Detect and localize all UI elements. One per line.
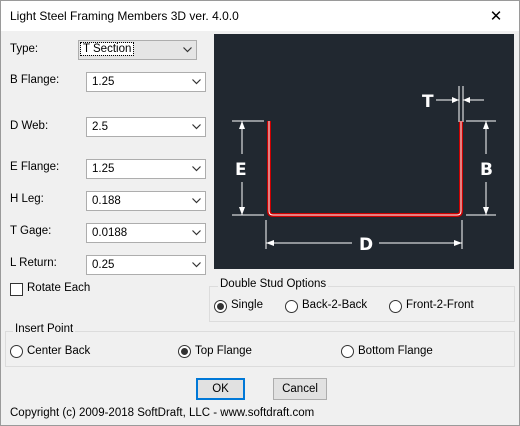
chevron-down-icon: [189, 73, 203, 91]
chevron-down-icon: [189, 192, 203, 210]
dialog-window: Light Steel Framing Members 3D ver. 4.0.…: [0, 0, 520, 426]
insert-point-title: Insert Point: [13, 323, 76, 335]
double-stud-single-label[interactable]: Single: [231, 299, 263, 311]
h-leg-select[interactable]: 0.188: [86, 191, 206, 211]
l-return-select[interactable]: 0.25: [86, 255, 206, 275]
radio-selected-dot: [181, 348, 188, 355]
insert-top-flange-radio[interactable]: [178, 345, 191, 358]
ok-button[interactable]: OK: [196, 378, 245, 400]
t-arrow-right: [463, 97, 470, 103]
chevron-down-icon: [189, 118, 203, 136]
double-stud-back2back-radio[interactable]: [285, 300, 298, 313]
insert-center-back-label[interactable]: Center Back: [27, 345, 90, 357]
insert-bottom-flange-label[interactable]: Bottom Flange: [358, 345, 433, 357]
e-flange-select[interactable]: 1.25: [86, 159, 206, 179]
window-title: Light Steel Framing Members 3D ver. 4.0.…: [10, 9, 239, 23]
d-web-label: D Web:: [10, 120, 49, 132]
channel-profile-outer: [267, 121, 463, 217]
insert-top-flange-label[interactable]: Top Flange: [195, 345, 252, 357]
t-gage-value: 0.0188: [92, 227, 128, 239]
copyright-text: Copyright (c) 2009-2018 SoftDraft, LLC -…: [10, 407, 315, 419]
d-dimension-label: D: [359, 235, 373, 255]
d-web-select[interactable]: 2.5: [86, 117, 206, 137]
b-arrow-bottom: [483, 207, 489, 215]
t-gage-label: T Gage:: [10, 225, 52, 237]
h-leg-value: 0.188: [92, 195, 121, 207]
channel-profile-inner: [268, 121, 462, 216]
t-gage-select[interactable]: 0.0188: [86, 223, 206, 243]
l-return-value: 0.25: [92, 259, 115, 271]
insert-bottom-flange-radio[interactable]: [341, 345, 354, 358]
b-flange-value: 1.25: [92, 76, 115, 88]
radio-selected-dot: [217, 303, 224, 310]
chevron-down-icon: [189, 224, 203, 242]
d-arrow-left: [266, 240, 274, 246]
type-select[interactable]: T Section: [78, 40, 197, 60]
chevron-down-icon: [189, 256, 203, 274]
h-leg-label: H Leg:: [10, 193, 44, 205]
chevron-down-icon: [180, 41, 194, 59]
type-label: Type:: [10, 43, 39, 55]
insert-center-back-radio[interactable]: [10, 345, 23, 358]
e-flange-label: E Flange:: [10, 161, 60, 173]
e-dimension-label: E: [235, 160, 247, 180]
type-value: T Section: [79, 42, 135, 56]
b-arrow-top: [483, 121, 489, 129]
e-arrow-bottom: [239, 207, 245, 215]
d-web-value: 2.5: [92, 121, 108, 133]
e-arrow-top: [239, 121, 245, 129]
rotate-each-label[interactable]: Rotate Each: [27, 282, 90, 294]
t-dimension-label: T: [422, 92, 434, 112]
title-bar: Light Steel Framing Members 3D ver. 4.0.…: [1, 1, 519, 31]
double-stud-front2front-radio[interactable]: [389, 300, 402, 313]
double-stud-front2front-label[interactable]: Front-2-Front: [406, 299, 474, 311]
cancel-button[interactable]: Cancel: [273, 378, 327, 400]
rotate-each-checkbox[interactable]: [10, 283, 23, 296]
double-stud-single-radio[interactable]: [214, 300, 227, 313]
section-diagram-svg: T E B D: [232, 86, 496, 255]
b-flange-label: B Flange:: [10, 74, 60, 86]
section-diagram: T E B D: [214, 34, 514, 269]
d-arrow-right: [454, 240, 462, 246]
double-stud-back2back-label[interactable]: Back-2-Back: [302, 299, 367, 311]
t-arrow-left: [452, 97, 459, 103]
b-flange-select[interactable]: 1.25: [86, 72, 206, 92]
b-dimension-label: B: [480, 160, 493, 180]
l-return-label: L Return:: [10, 257, 57, 269]
double-stud-title: Double Stud Options: [218, 278, 329, 290]
e-flange-value: 1.25: [92, 163, 115, 175]
chevron-down-icon: [189, 160, 203, 178]
close-icon[interactable]: ✕: [473, 1, 519, 31]
